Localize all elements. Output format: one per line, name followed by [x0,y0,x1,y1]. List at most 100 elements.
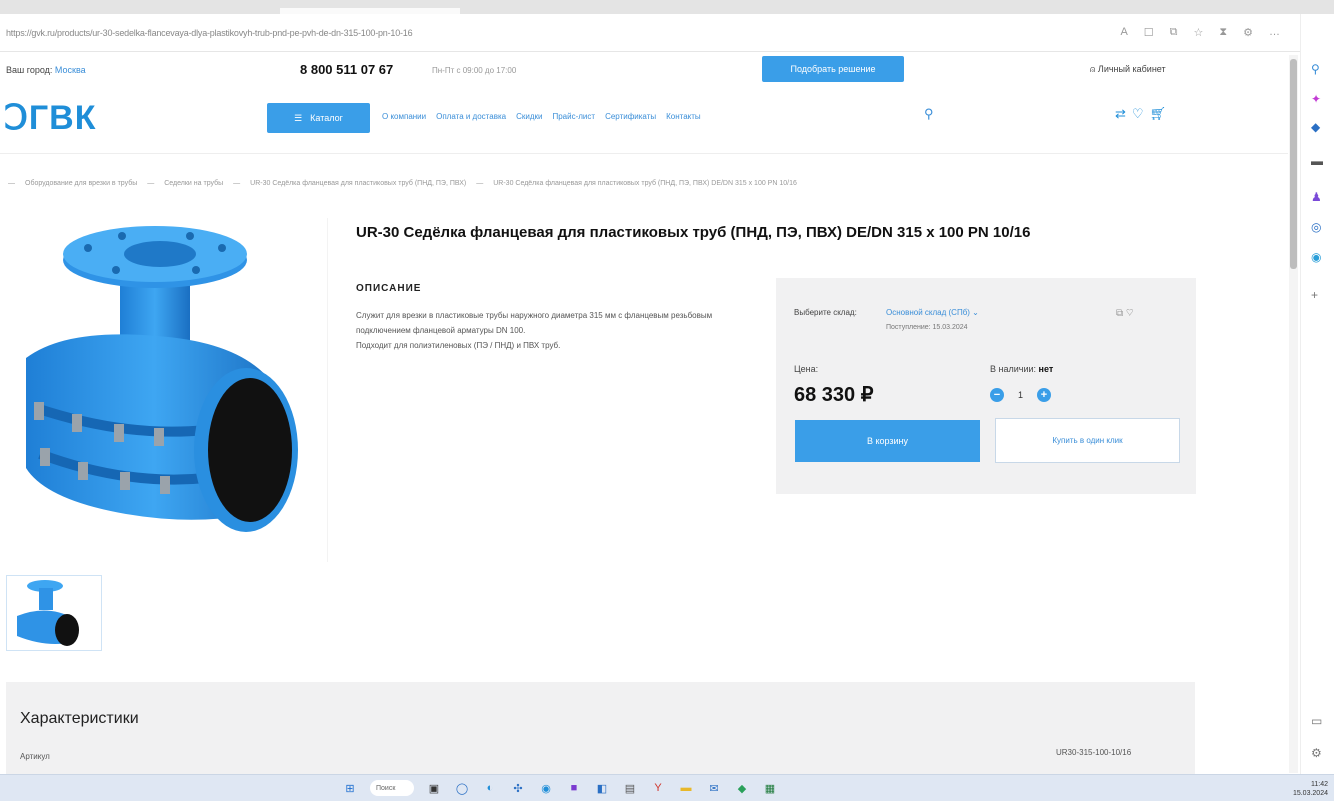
description-paragraph: Подходит для полиэтиленовых (ПЭ / ПНД) и… [356,341,561,350]
edge-browser-icon[interactable]: ◐ [482,780,498,796]
search-icon[interactable]: ⚲ [924,106,934,122]
taskbar-search-label: Поиск [376,784,396,792]
breadcrumb-separator: — [233,180,241,187]
characteristics-section: Характеристики Артикул UR30-315-100-10/1… [6,682,1195,774]
add-to-cart-button[interactable]: В корзину [795,420,980,462]
main-nav: О компании Оплата и доставка Скидки Прай… [382,112,701,121]
decrement-button[interactable]: − [990,388,1004,402]
office-icon[interactable]: ◎ [1311,220,1321,234]
browser-sidebar: ⚲ ✦ ◆ ▬ ♟ ◎ ◉ + ▭ ⚙ [1300,14,1334,774]
clock-time: 11:42 [1311,781,1328,788]
favorite-heart-icon[interactable]: ♡ [1126,308,1134,319]
logo-text: ГВК [28,99,97,137]
increment-button[interactable]: + [1037,388,1052,402]
taskbar-clock[interactable]: 11:42 15.03.2024 [1293,780,1328,798]
product-main-image[interactable] [6,218,328,562]
address-bar[interactable]: https://gvk.ru/products/ur-30-sedelka-fl… [0,14,1300,52]
url-text[interactable]: https://gvk.ru/products/ur-30-sedelka-fl… [6,28,626,38]
breadcrumb-item[interactable]: UR-30 Седёлка фланцевая для пластиковых … [250,180,466,187]
stock-date: Поступление: 15.03.2024 [886,324,968,331]
product-title: UR-30 Седёлка фланцевая для пластиковых … [356,224,1031,241]
thumbnail-image [17,580,79,646]
app-icon[interactable]: ◧ [594,780,610,796]
breadcrumb: — Оборудование для врезки в трубы — Седе… [8,180,797,187]
favorites-icon[interactable]: ♡ [1132,106,1144,122]
file-explorer-icon[interactable]: ▬ [678,780,694,796]
stock-label: Выберите склад: [794,308,857,317]
copilot-icon[interactable]: ✦ [1311,92,1321,106]
nav-item-about[interactable]: О компании [382,112,426,121]
task-view-icon[interactable]: ▣ [426,780,442,796]
windows-start-icon[interactable]: ⊞ [342,780,358,796]
nav-item-contacts[interactable]: Контакты [666,112,701,121]
description-text: Служит для врезки в пластиковые трубы на… [356,308,746,353]
settings-gear-icon[interactable]: ⚙ [1311,746,1322,760]
taskbar-search[interactable]: Поиск [370,780,414,796]
outlook-icon[interactable]: ◉ [1311,250,1321,264]
search-icon[interactable]: ⚲ [1311,62,1320,76]
sidebar-layout-icon[interactable]: ▭ [1311,714,1322,728]
breadcrumb-item[interactable]: Оборудование для врезки в трубы [25,180,137,187]
taskbar-items: ⊞ Поиск ▣ ◯ ◐ ✣ ◉ ■ ◧ ▤ Y ▬ ✉ ◆ ▦ [342,780,778,796]
read-aloud-icon[interactable]: A [1120,26,1127,39]
product-thumbnail[interactable] [6,575,102,651]
app-icon[interactable]: ✣ [510,780,526,796]
nav-item-certificates[interactable]: Сертификаты [605,112,656,121]
browser-toolbar-icons: A ☐ ⧉ ☆ ⧗ ⚙ … [1120,26,1280,39]
user-icon: ⍝ [1090,64,1098,74]
characteristics-title: Характеристики [20,710,139,727]
favorite-star-icon[interactable]: ☆ [1194,26,1204,39]
add-icon[interactable]: + [1311,288,1318,302]
price-value: 68 330 ₽ [794,384,874,406]
scrollbar-thumb[interactable] [1290,59,1297,269]
stock-selector[interactable]: Основной склад (СПб) ⌄ [886,308,979,317]
city-selector[interactable]: Ваш город: Москва [6,65,86,75]
account-link[interactable]: ⍝ Личный кабинет [1090,64,1166,75]
split-screen-icon[interactable]: ☐ [1144,26,1154,39]
cart-icon[interactable]: 🛒︎ [1150,106,1167,122]
app-icon[interactable]: ■ [566,780,582,796]
availability-value: нет [1038,364,1054,374]
nav-item-discounts[interactable]: Скидки [516,112,542,121]
page-scrollbar[interactable] [1289,55,1298,773]
catalog-button[interactable]: ☰ Каталог [267,103,370,133]
availability-label: В наличии: [990,364,1037,374]
chat-icon[interactable]: ◯ [454,780,470,796]
tab-actions-icon[interactable]: ⧉ [1170,26,1178,39]
excel-icon[interactable]: ▦ [762,780,778,796]
yandex-icon[interactable]: Y [650,780,666,796]
account-label: Личный кабинет [1097,64,1166,74]
work-hours: Пн-Пт с 09:00 до 17:00 [432,66,517,75]
compare-icon[interactable]: ⇄ [1115,106,1126,122]
description-heading: ОПИСАНИЕ [356,283,422,294]
shopping-icon[interactable]: ◆ [1311,120,1320,134]
breadcrumb-item[interactable]: Седелки на трубы [164,180,223,187]
availability: В наличии: нет [990,364,1053,374]
hamburger-icon: ☰ [294,112,303,123]
games-icon[interactable]: ♟ [1311,190,1322,204]
site-topbar: Ваш город: Москва 8 800 511 07 67 Пн-Пт … [0,52,1288,88]
breadcrumb-current: UR-30 Седёлка фланцевая для пластиковых … [493,180,797,187]
nav-item-pricelist[interactable]: Прайс-лист [552,112,595,121]
tools-icon[interactable]: ▬ [1311,154,1323,168]
nav-item-delivery[interactable]: Оплата и доставка [436,112,506,121]
collections-icon[interactable]: ⧗ [1219,26,1227,39]
extensions-icon[interactable]: ⚙ [1243,26,1253,39]
logo-mark-icon: Ↄ [4,99,29,137]
app-icon[interactable]: ◆ [734,780,750,796]
site-logo[interactable]: ↃГВК [4,98,97,138]
catalog-label: Каталог [310,113,343,123]
quantity-value[interactable]: 1 [1018,390,1023,400]
more-icon[interactable]: … [1269,26,1280,39]
app-icon[interactable]: ▤ [622,780,638,796]
compare-icon[interactable]: ⧉ [1116,308,1123,319]
price-label: Цена: [794,364,819,374]
mail-icon[interactable]: ✉ [706,780,722,796]
app-icon[interactable]: ◉ [538,780,554,796]
city-value[interactable]: Москва [55,65,86,75]
phone-number[interactable]: 8 800 511 07 67 [300,62,393,77]
buy-one-click-button[interactable]: Купить в один клик [995,418,1180,463]
breadcrumb-separator: — [147,180,155,187]
pick-solution-button[interactable]: Подобрать решение [762,56,904,82]
characteristic-value: UR30-315-100-10/16 [1056,748,1132,757]
